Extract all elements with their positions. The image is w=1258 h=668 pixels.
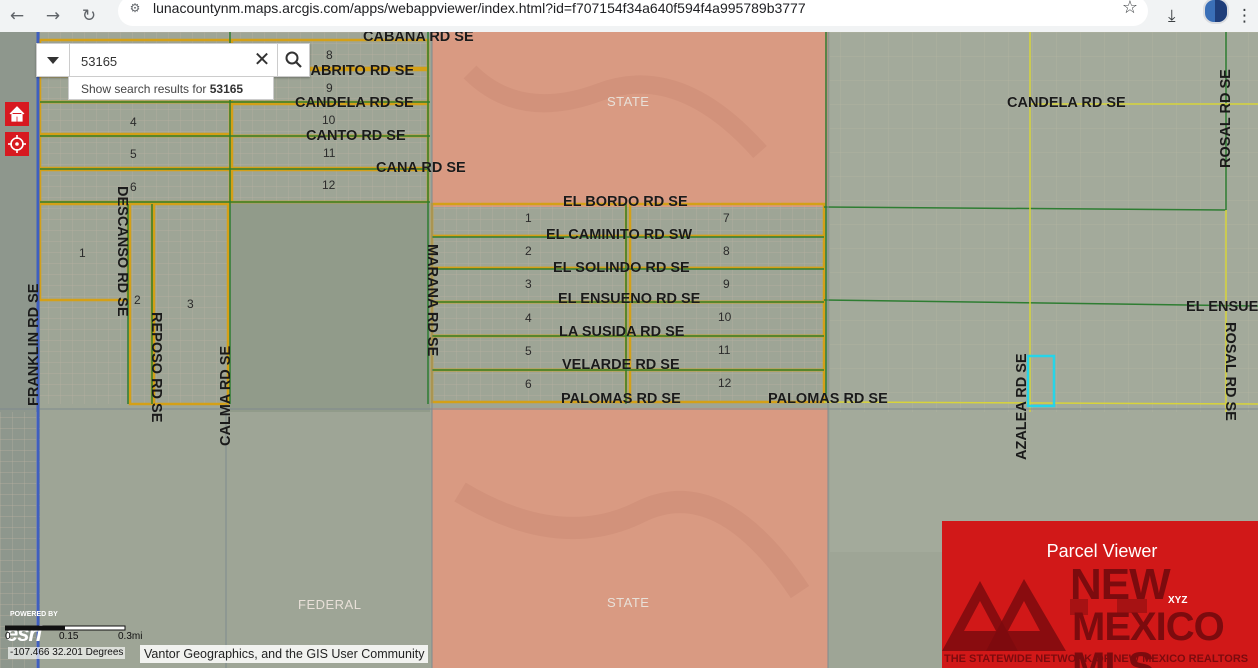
block-number: 2 bbox=[134, 293, 141, 307]
url-text[interactable]: lunacountynm.maps.arcgis.com/apps/webapp… bbox=[153, 0, 806, 16]
clear-icon[interactable]: ✕ bbox=[251, 48, 273, 70]
street-label: FRANKLIN RD SE bbox=[26, 283, 42, 406]
street-label: CANDELA RD SE bbox=[295, 95, 414, 111]
block-number: 2 bbox=[525, 244, 532, 258]
block-number: 3 bbox=[525, 277, 532, 291]
profile-avatar[interactable] bbox=[1203, 0, 1229, 24]
street-label: EL CAMINITO RD SW bbox=[546, 227, 693, 243]
block-number: 10 bbox=[322, 113, 336, 127]
scale-bar: 0 0.15 0.3mi bbox=[5, 624, 153, 642]
banner-tagline: THE STATEWIDE NETWORK OF NEW MEXICO REAL… bbox=[944, 653, 1249, 665]
street-label: CANA RD SE bbox=[376, 160, 466, 176]
land-label: FEDERAL bbox=[298, 597, 362, 612]
scale-label: 0.3mi bbox=[118, 631, 143, 642]
block-number: 9 bbox=[723, 277, 730, 291]
block-number: 9 bbox=[326, 81, 333, 95]
block-number: 8 bbox=[326, 48, 333, 62]
street-label: EL ENSUENO RD SE bbox=[558, 291, 701, 307]
search-button[interactable] bbox=[277, 44, 310, 76]
block-number: 5 bbox=[130, 147, 137, 161]
search-widget: ✕ bbox=[36, 43, 310, 77]
block-number: 11 bbox=[718, 343, 731, 357]
xyz-tag: XYZ bbox=[1168, 595, 1188, 606]
back-icon[interactable]: ← bbox=[2, 0, 32, 32]
browser-menu-icon[interactable]: ⋮ bbox=[1236, 0, 1253, 32]
locate-button[interactable] bbox=[5, 132, 29, 156]
street-label: PALOMAS RD SE bbox=[768, 391, 888, 407]
street-label: EL SOLINDO RD SE bbox=[553, 260, 690, 276]
suggestion-term: 53165 bbox=[209, 82, 244, 96]
block-number: 10 bbox=[718, 310, 732, 324]
bookmark-star-icon[interactable]: ☆ bbox=[1122, 0, 1138, 18]
street-label: CANDELA RD SE bbox=[1007, 95, 1126, 111]
block-number: 3 bbox=[187, 297, 194, 311]
address-bar[interactable]: ⚙ lunacountynm.maps.arcgis.com/apps/weba… bbox=[118, 0, 1148, 26]
attribution-text[interactable]: Vantor Geographics, and the GIS User Com… bbox=[140, 645, 429, 663]
download-icon[interactable]: ⤓ bbox=[1168, 0, 1176, 32]
street-label: CALMA RD SE bbox=[218, 345, 234, 446]
search-input[interactable] bbox=[79, 50, 243, 72]
street-label: EL BORDO RD SE bbox=[563, 194, 688, 210]
land-label: STATE bbox=[607, 94, 650, 109]
street-label: MARANA RD SE bbox=[424, 244, 440, 357]
street-label: EL ENSUE bbox=[1186, 299, 1258, 315]
block-number: 8 bbox=[723, 244, 730, 258]
block-number: 1 bbox=[525, 211, 532, 225]
home-button[interactable] bbox=[5, 102, 29, 126]
street-label: CABANA RD SE bbox=[363, 32, 474, 45]
search-suggestion[interactable]: Show search results for 53165 bbox=[68, 76, 274, 100]
scale-label: 0.15 bbox=[59, 631, 79, 642]
mls-logo-new: NEW bbox=[1070, 560, 1171, 609]
block-number: 5 bbox=[525, 344, 532, 358]
land-label: STATE bbox=[607, 595, 650, 610]
block-number: 1 bbox=[79, 246, 86, 260]
street-label: CABRITO RD SE bbox=[300, 63, 415, 79]
block-number: 7 bbox=[723, 211, 730, 225]
street-label: AZALEA RD SE bbox=[1014, 353, 1030, 460]
block-number: 6 bbox=[130, 180, 137, 194]
site-info-icon[interactable]: ⚙ bbox=[128, 1, 142, 15]
block-number: 12 bbox=[718, 376, 732, 390]
street-label: CANTO RD SE bbox=[306, 128, 406, 144]
browser-toolbar: ← → ↻ ⚙ lunacountynm.maps.arcgis.com/app… bbox=[0, 0, 1258, 33]
search-source-dropdown[interactable] bbox=[37, 44, 70, 76]
street-label: PALOMAS RD SE bbox=[561, 391, 681, 407]
street-label: VELARDE RD SE bbox=[562, 357, 680, 373]
parcel-viewer-banner: Parcel Viewer NEW MEXICO MLS XYZ THE STA… bbox=[942, 521, 1258, 668]
block-number: 11 bbox=[323, 146, 336, 160]
coordinate-readout: -107.466 32.201 Degrees bbox=[8, 647, 126, 659]
block-number: 6 bbox=[525, 377, 532, 391]
locate-icon bbox=[8, 135, 26, 153]
suggestion-prefix: Show search results for bbox=[81, 82, 207, 96]
block-number: 4 bbox=[525, 311, 532, 325]
street-label: ROSAL RD SE bbox=[1218, 69, 1234, 168]
home-icon bbox=[9, 106, 25, 122]
street-label: DESCANSO RD SE bbox=[114, 186, 130, 317]
block-number: 12 bbox=[322, 178, 336, 192]
scale-label: 0 bbox=[5, 631, 11, 642]
state-land-north bbox=[432, 32, 828, 207]
street-label: REPOSO RD SE bbox=[148, 312, 164, 423]
street-label: ROSAL RD SE bbox=[1222, 322, 1238, 421]
search-icon bbox=[285, 51, 302, 68]
powered-by-label: POWERED BY bbox=[10, 611, 58, 618]
street-label: LA SUSIDA RD SE bbox=[559, 324, 685, 340]
block-number: 4 bbox=[130, 115, 137, 129]
reload-icon[interactable]: ↻ bbox=[74, 0, 104, 32]
forward-icon[interactable]: → bbox=[38, 0, 68, 32]
